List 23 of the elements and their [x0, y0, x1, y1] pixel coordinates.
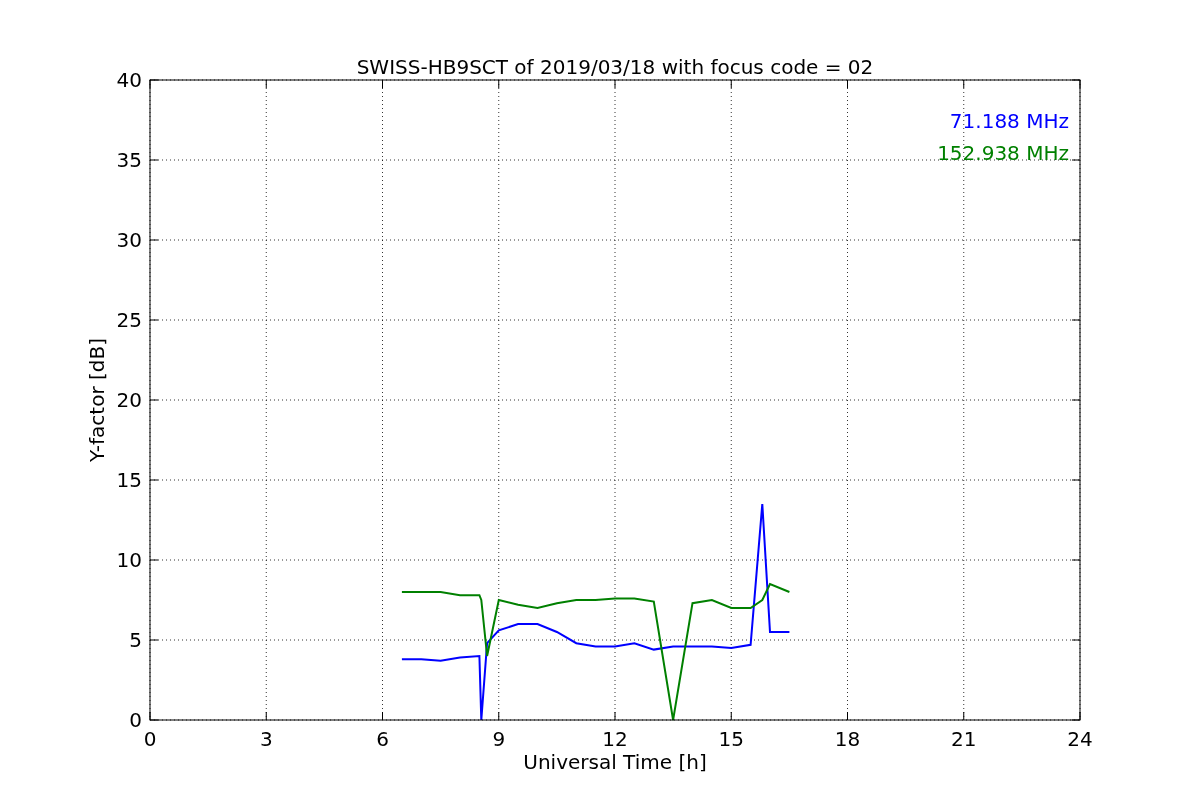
- x-tick-label: 24: [1067, 727, 1093, 751]
- chart-title: SWISS-HB9SCT of 2019/03/18 with focus code = 02: [356, 55, 874, 79]
- y-tick-label: 15: [116, 468, 142, 492]
- y-tick-label: 20: [116, 388, 142, 412]
- x-tick-label: 15: [718, 727, 744, 751]
- x-tick-label: 6: [376, 727, 389, 751]
- legend-label: 152.938 MHz: [937, 141, 1069, 165]
- y-tick-label: 40: [116, 68, 142, 92]
- legend-label: 71.188 MHz: [949, 109, 1069, 133]
- y-tick-label: 35: [116, 148, 142, 172]
- y-tick-label: 10: [116, 548, 142, 572]
- y-tick-label: 25: [116, 308, 142, 332]
- x-tick-label: 21: [951, 727, 977, 751]
- y-axis-label: Y-factor [dB]: [85, 338, 109, 462]
- x-tick-label: 12: [602, 727, 628, 751]
- x-axis-label: Universal Time [h]: [523, 750, 707, 774]
- x-tick-label: 9: [492, 727, 506, 751]
- x-tick-label: 18: [834, 727, 861, 751]
- x-tick-label: 3: [259, 727, 273, 751]
- y-tick-label: 30: [116, 228, 142, 252]
- y-tick-label: 0: [129, 708, 142, 732]
- y-tick-label: 5: [129, 628, 142, 652]
- x-tick-label: 0: [143, 727, 157, 751]
